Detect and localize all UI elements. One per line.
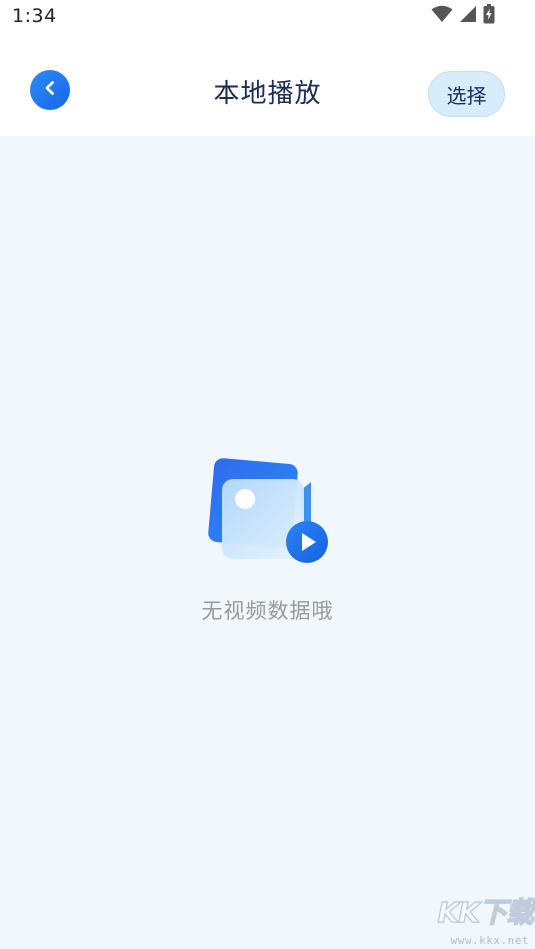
watermark-brand: KK下载	[437, 895, 535, 929]
select-button[interactable]: 选择	[428, 71, 505, 117]
status-time: 1:34	[12, 5, 57, 27]
battery-charging-icon	[483, 4, 495, 28]
watermark-url: www.kkx.net	[450, 934, 529, 947]
header-bar: 本地播放 选择	[0, 40, 535, 136]
signal-icon	[459, 5, 477, 27]
status-bar: 1:34	[0, 0, 535, 40]
video-folder-play-icon	[205, 455, 331, 567]
watermark-logo: KK下载 www.kkx.net	[413, 891, 535, 947]
empty-message: 无视频数据哦	[201, 599, 334, 623]
wifi-icon	[431, 5, 453, 27]
status-icons	[431, 4, 495, 28]
